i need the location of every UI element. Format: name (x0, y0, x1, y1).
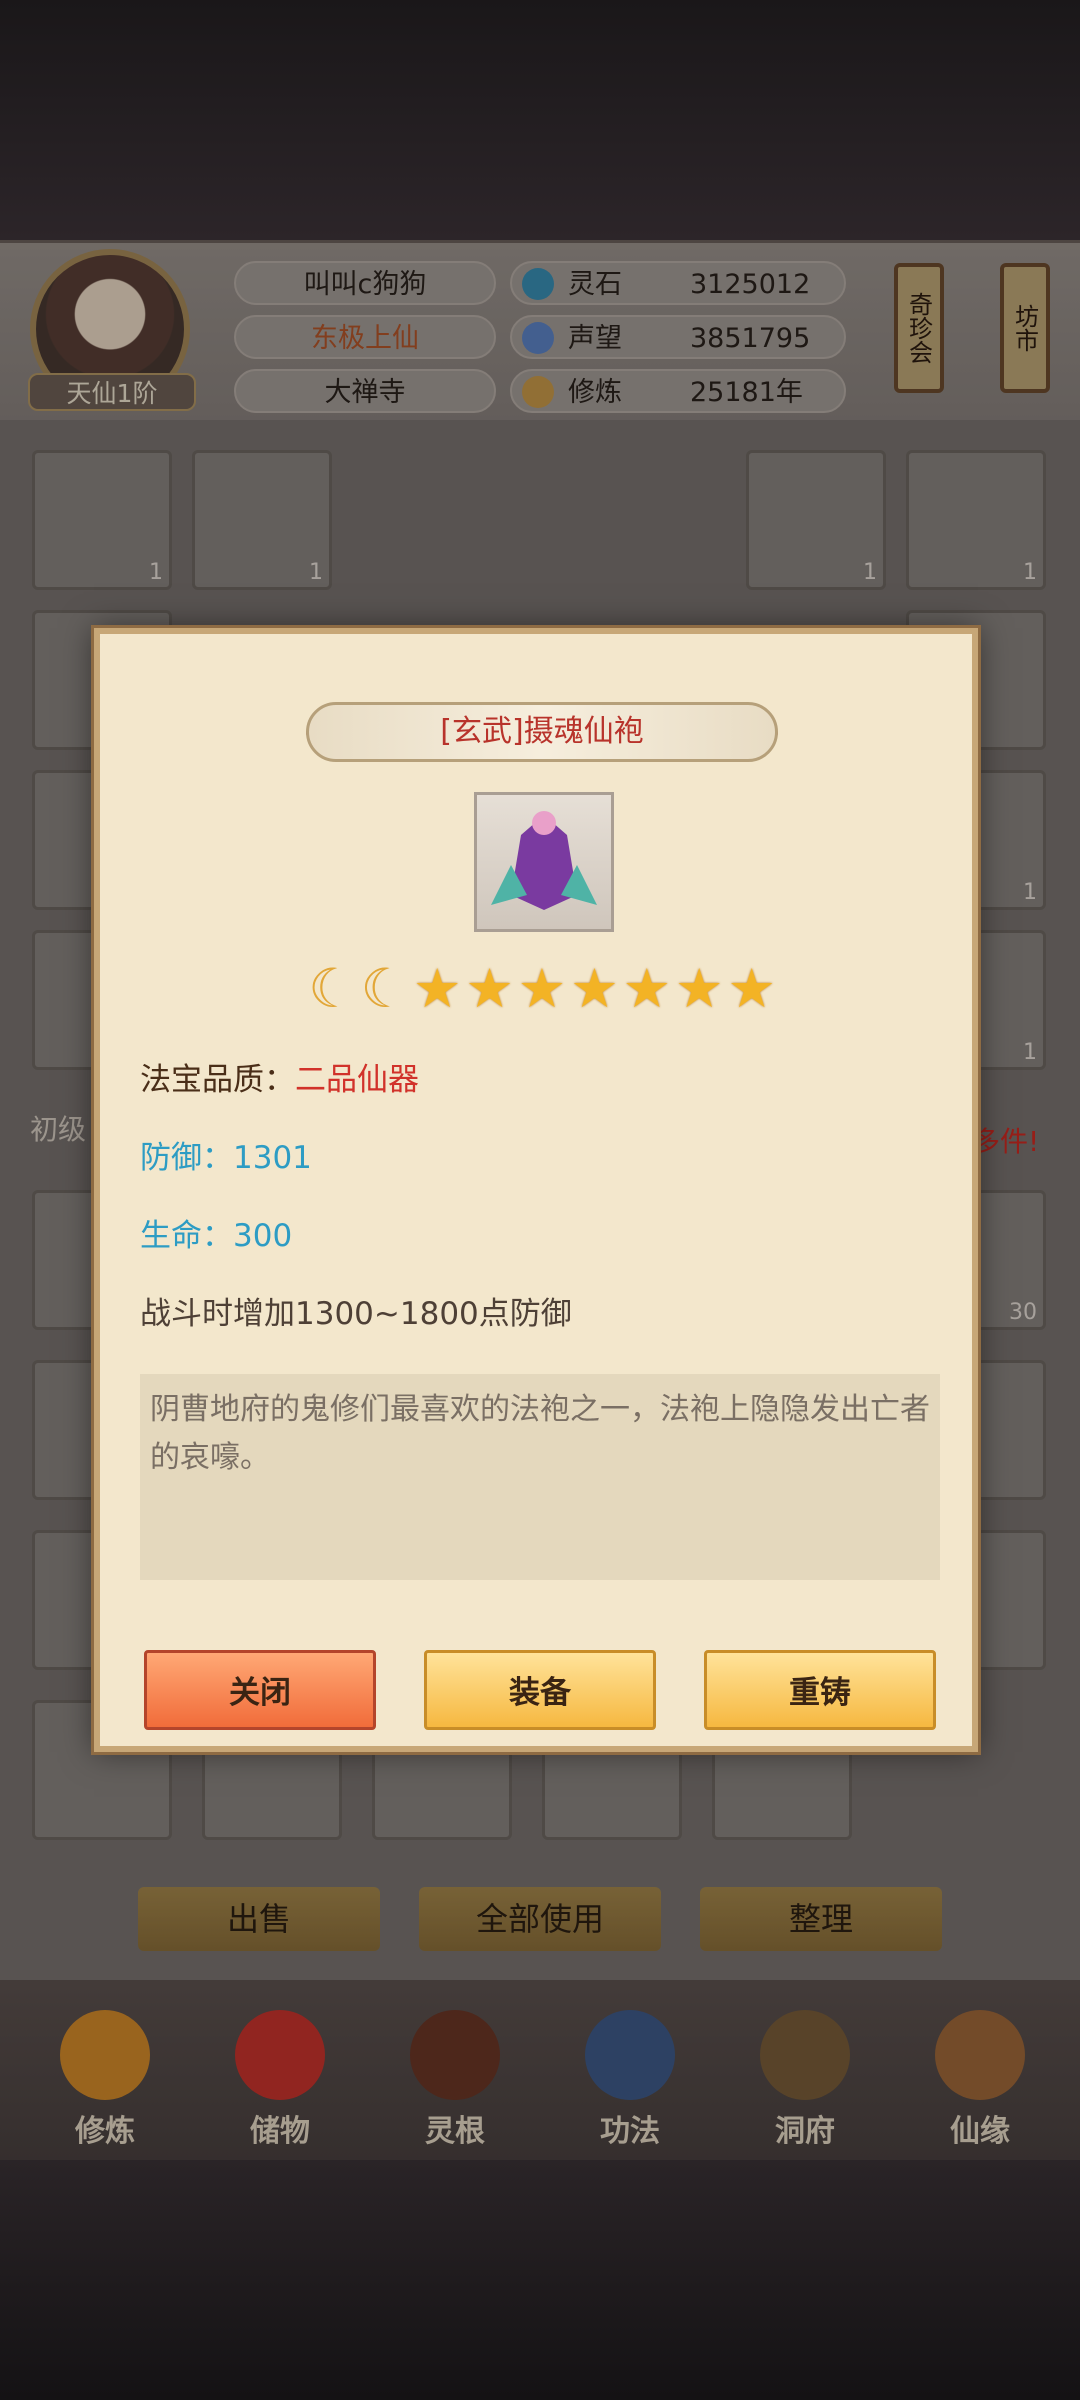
star-icon: ★ (622, 957, 672, 1020)
effect-text: 战斗时增加1300~1800点防御 (140, 1296, 572, 1332)
moon-icon: ☾ (360, 957, 409, 1020)
star-icon: ★ (570, 957, 619, 1020)
item-title: [玄武]摄魂仙袍 (306, 702, 778, 762)
star-icon: ★ (675, 957, 724, 1020)
quality-row: 法宝品质：二品仙器 (140, 1054, 419, 1099)
nav-bar-area (0, 2160, 1080, 2400)
status-bar-area (0, 0, 1080, 240)
item-detail-dialog: [玄武]摄魂仙袍 ☾☾★★★★★★★ 法宝品质：二品仙器 防御：1301 生命：… (94, 628, 978, 1752)
defense-stat: 防御：1301 (140, 1140, 312, 1176)
close-button[interactable]: 关闭 (144, 1650, 376, 1730)
quality-value: 二品仙器 (295, 1062, 419, 1098)
quality-label: 法宝品质： (140, 1062, 295, 1098)
recast-button[interactable]: 重铸 (704, 1650, 936, 1730)
item-icon (474, 792, 614, 932)
star-icon: ★ (465, 957, 514, 1020)
robe-icon (491, 811, 597, 910)
star-icon: ★ (517, 957, 567, 1020)
life-stat: 生命：300 (140, 1218, 293, 1254)
equip-button[interactable]: 装备 (424, 1650, 656, 1730)
star-icon: ★ (412, 957, 462, 1020)
moon-icon: ☾ (308, 957, 357, 1020)
item-description: 阴曹地府的鬼修们最喜欢的法袍之一，法袍上隐隐发出亡者的哀嚎。 (140, 1374, 940, 1580)
item-star-rating: ☾☾★★★★★★★ (100, 954, 984, 1024)
star-icon: ★ (727, 957, 776, 1020)
